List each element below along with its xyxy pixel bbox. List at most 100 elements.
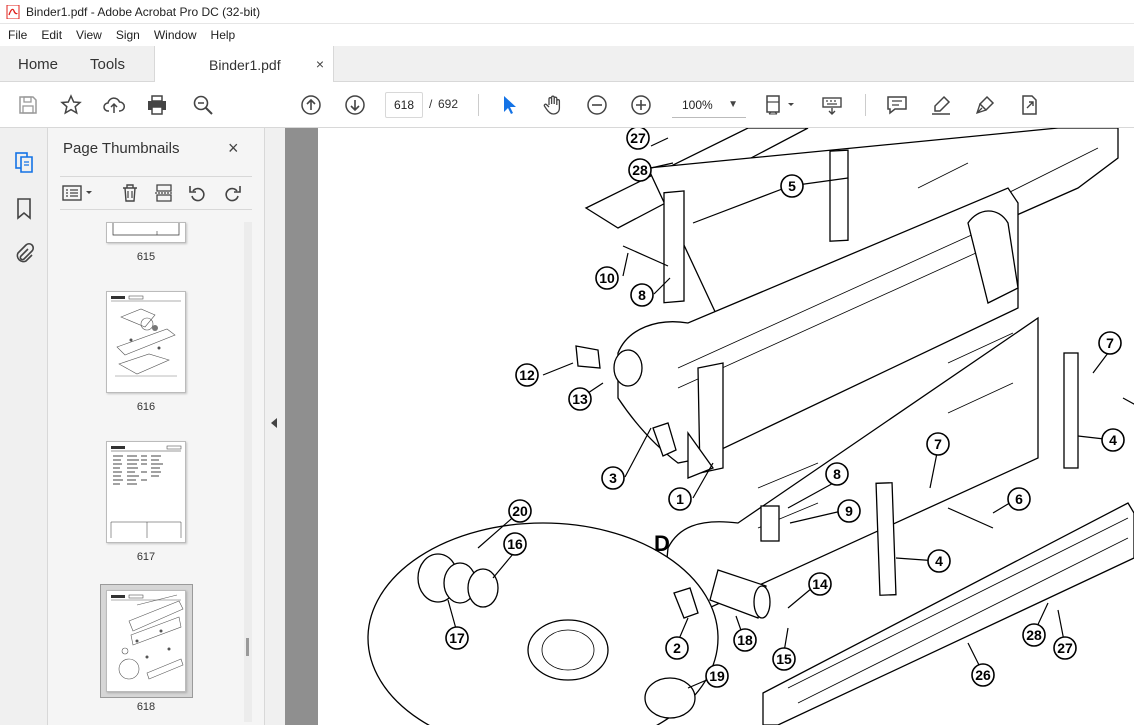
tab-document-label: Binder1.pdf — [209, 56, 281, 73]
print-icon[interactable] — [145, 93, 169, 117]
attachments-paperclip-icon[interactable] — [12, 242, 36, 266]
callout: 28 — [1022, 623, 1046, 647]
callout: 27 — [626, 128, 650, 150]
panel-title: Page Thumbnails — [63, 140, 180, 157]
menu-edit[interactable]: Edit — [33, 28, 68, 42]
tab-bar: Home Tools Binder1.pdf × — [0, 46, 1134, 83]
zoom-search-icon[interactable] — [191, 93, 215, 117]
thumbnail-preview — [111, 594, 184, 680]
comment-icon[interactable] — [885, 93, 909, 117]
callout: 17 — [445, 626, 469, 650]
thumbnail-label: 615 — [136, 251, 156, 263]
callout: 26 — [971, 663, 995, 687]
rotate-counterclockwise-icon[interactable] — [188, 183, 210, 205]
callout: 7 — [926, 432, 950, 456]
section-letter: D — [654, 531, 670, 556]
menu-window[interactable]: Window — [146, 28, 203, 42]
tab-document[interactable]: Binder1.pdf × — [154, 46, 334, 83]
title-bar: Binder1.pdf - Adobe Acrobat Pro DC (32-b… — [0, 0, 1134, 24]
keyboard-icon[interactable] — [820, 93, 844, 117]
svg-text:16: 16 — [507, 536, 523, 552]
thumbnail-preview — [110, 445, 182, 538]
svg-text:10: 10 — [599, 270, 615, 286]
next-page-icon[interactable] — [343, 93, 367, 117]
callout: 18 — [733, 628, 757, 652]
page-thumbnails-icon[interactable] — [12, 150, 36, 174]
page-thumbnails-panel: Page Thumbnails × 615 616 617 618 — [48, 128, 265, 725]
svg-text:15: 15 — [776, 651, 792, 667]
svg-text:20: 20 — [512, 503, 528, 519]
share-document-icon[interactable] — [1017, 93, 1041, 117]
callout: 7 — [1098, 331, 1122, 355]
parts-diagram: D 27 28 5 10 8 12 13 3 1 7 6 4 8 9 7 6 — [367, 128, 1134, 725]
callout: 28 — [628, 158, 652, 182]
document-view[interactable]: D 27 28 5 10 8 12 13 3 1 7 6 4 8 9 7 6 — [285, 128, 1134, 725]
thumbnail-options-icon[interactable] — [62, 183, 96, 205]
extract-pages-icon[interactable] — [154, 183, 176, 205]
pdf-page: D 27 28 5 10 8 12 13 3 1 7 6 4 8 9 7 6 — [318, 128, 1134, 725]
thumbnail-preview — [111, 295, 181, 377]
tab-tools[interactable]: Tools — [90, 46, 125, 82]
callout: 16 — [503, 532, 527, 556]
svg-text:28: 28 — [1026, 627, 1042, 643]
acrobat-app-icon — [6, 4, 20, 19]
callout: 19 — [705, 664, 729, 688]
callout: 4 — [1101, 428, 1125, 452]
menu-help[interactable]: Help — [203, 28, 242, 42]
svg-text:8: 8 — [638, 287, 646, 303]
chevron-down-icon: ▼ — [728, 99, 738, 110]
menu-view[interactable]: View — [68, 28, 108, 42]
svg-text:5: 5 — [788, 178, 796, 194]
rotate-clockwise-icon[interactable] — [222, 183, 244, 205]
tab-close-icon[interactable]: × — [316, 56, 324, 72]
window-title: Binder1.pdf - Adobe Acrobat Pro DC (32-b… — [26, 4, 261, 19]
callout: 5 — [780, 174, 804, 198]
delete-page-icon[interactable] — [120, 183, 142, 205]
panel-splitter[interactable] — [265, 128, 285, 725]
thumbnail-scrollbar-thumb[interactable] — [246, 638, 249, 656]
callout: 20 — [508, 499, 532, 523]
svg-text:7: 7 — [1106, 335, 1114, 351]
page-thumbnail[interactable] — [106, 291, 186, 393]
callout: 2 — [665, 636, 689, 660]
menu-sign[interactable]: Sign — [108, 28, 146, 42]
callout: 9 — [837, 499, 861, 523]
menu-bar: File Edit View Sign Window Help — [0, 24, 1134, 46]
zoom-out-icon[interactable] — [585, 93, 609, 117]
svg-text:6: 6 — [1015, 491, 1023, 507]
panel-close-icon[interactable]: × — [228, 138, 239, 159]
tab-home[interactable]: Home — [18, 46, 58, 82]
svg-text:7: 7 — [934, 436, 942, 452]
page-thumbnail[interactable] — [106, 441, 186, 543]
svg-text:9: 9 — [845, 503, 853, 519]
thumbnail-scrollbar[interactable] — [244, 222, 252, 722]
svg-text:17: 17 — [449, 630, 465, 646]
highlight-pen-icon[interactable] — [929, 93, 953, 117]
callout: 8 — [825, 462, 849, 486]
previous-page-icon[interactable] — [299, 93, 323, 117]
callout: 14 — [808, 572, 832, 596]
page-thumbnail-selected[interactable] — [106, 590, 186, 692]
callout: 10 — [595, 266, 619, 290]
page-number-input[interactable]: 618 — [385, 92, 423, 118]
zoom-level-select[interactable]: 100% ▼ — [672, 92, 746, 118]
callout: 15 — [772, 647, 796, 671]
thumbnail-label: 618 — [136, 701, 156, 713]
upload-cloud-icon[interactable] — [102, 93, 126, 117]
hand-tool-icon[interactable] — [541, 93, 565, 117]
save-icon[interactable] — [16, 93, 40, 117]
svg-text:28: 28 — [632, 162, 648, 178]
collapse-panel-arrow-icon[interactable] — [271, 418, 277, 428]
callout: 1 — [668, 487, 692, 511]
bookmark-star-icon[interactable] — [59, 93, 83, 117]
page-thumbnail[interactable] — [106, 222, 186, 243]
select-cursor-icon[interactable] — [497, 93, 521, 117]
svg-text:1: 1 — [676, 491, 684, 507]
sign-pen-icon[interactable] — [973, 93, 997, 117]
svg-text:27: 27 — [630, 130, 646, 146]
zoom-in-icon[interactable] — [629, 93, 653, 117]
svg-text:26: 26 — [975, 667, 991, 683]
page-fit-icon[interactable] — [764, 93, 798, 117]
menu-file[interactable]: File — [0, 28, 33, 42]
bookmarks-icon[interactable] — [12, 196, 36, 220]
